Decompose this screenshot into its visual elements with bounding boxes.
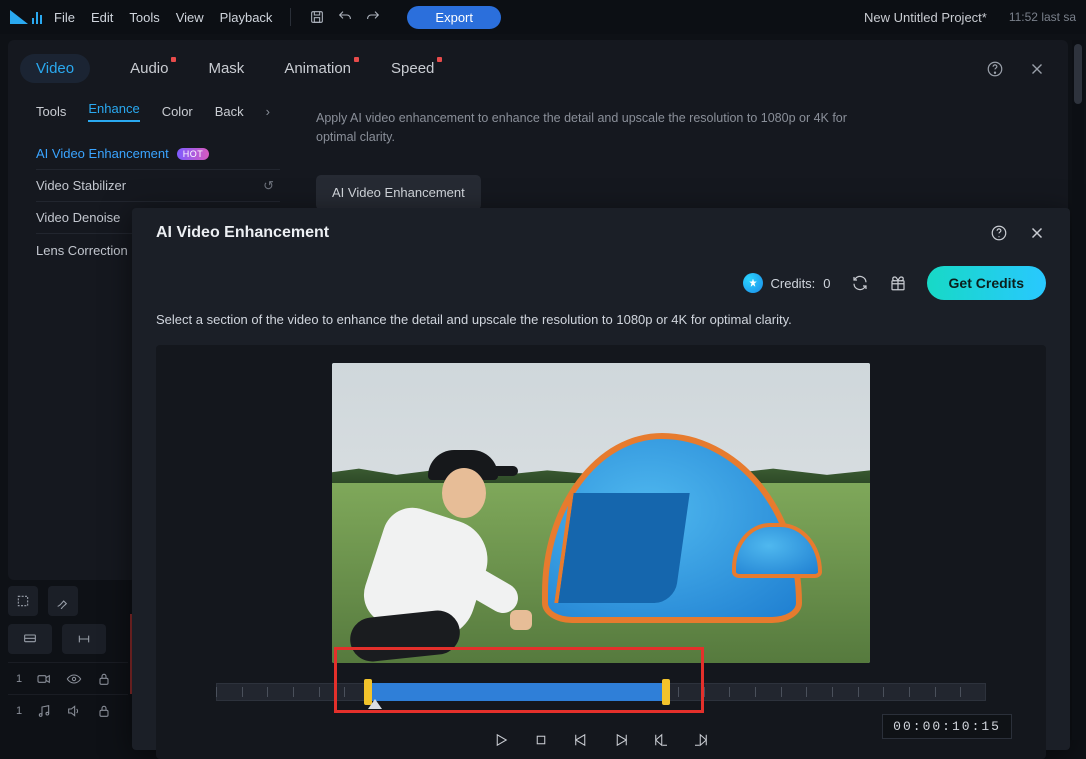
dialog-help-icon[interactable] xyxy=(990,224,1008,242)
track-video[interactable]: 1 xyxy=(8,662,128,694)
play-icon[interactable] xyxy=(492,731,510,749)
save-icon[interactable] xyxy=(309,9,325,25)
label: Lens Correction xyxy=(36,243,128,258)
ai-enhancement-button[interactable]: AI Video Enhancement xyxy=(316,175,481,211)
close-panel-icon[interactable] xyxy=(1028,60,1046,78)
redo-icon[interactable] xyxy=(365,9,381,25)
hot-badge: HOT xyxy=(177,148,210,160)
menu-playback[interactable]: Playback xyxy=(220,10,273,25)
tool-crop[interactable] xyxy=(8,624,52,654)
highlight-annotation xyxy=(334,647,704,713)
menu-tools[interactable]: Tools xyxy=(129,10,159,25)
track-audio[interactable]: 1 xyxy=(8,694,128,726)
reset-icon[interactable]: ↺ xyxy=(263,178,274,194)
tab-mask[interactable]: Mask xyxy=(208,60,244,77)
stop-icon[interactable] xyxy=(532,731,550,749)
help-icon[interactable] xyxy=(986,60,1004,78)
refresh-icon[interactable] xyxy=(851,274,869,292)
next-frame-icon[interactable] xyxy=(612,731,630,749)
timeline-tools: 1 1 xyxy=(8,586,128,726)
project-saved-time: 11:52 last sa xyxy=(1009,10,1076,24)
speed-new-dot xyxy=(437,57,442,62)
label: Video Stabilizer xyxy=(36,178,126,193)
sidebar-item-ai-enhance[interactable]: AI Video Enhancement HOT xyxy=(36,138,280,170)
preview-area: 00:00:10:15 xyxy=(156,345,1046,759)
menu-edit[interactable]: Edit xyxy=(91,10,113,25)
feature-description: Apply AI video enhancement to enhance th… xyxy=(316,109,852,147)
selection-ruler[interactable] xyxy=(216,677,986,723)
tab-video[interactable]: Video xyxy=(20,54,90,83)
timecode-display: 00:00:10:15 xyxy=(882,714,1012,739)
menu-file[interactable]: File xyxy=(54,10,75,25)
get-credits-button[interactable]: Get Credits xyxy=(927,266,1046,300)
credits-display: Credits: 0 xyxy=(743,273,831,293)
video-track-icon xyxy=(36,671,52,687)
lock-icon[interactable] xyxy=(96,703,112,719)
eye-icon[interactable] xyxy=(66,671,82,687)
subtab-background[interactable]: Back xyxy=(215,104,244,119)
audio-new-dot xyxy=(171,57,176,62)
right-scrollbar[interactable] xyxy=(1072,40,1084,740)
credits-coin-icon xyxy=(743,273,763,293)
subtab-color[interactable]: Color xyxy=(162,104,193,119)
dialog-instruction: Select a section of the video to enhance… xyxy=(132,300,1070,327)
menubar: File Edit Tools View Playback Export New… xyxy=(0,0,1086,34)
credits-label: Credits: xyxy=(771,276,816,291)
dialog-title: AI Video Enhancement xyxy=(156,224,329,242)
track-index: 1 xyxy=(16,705,22,717)
tab-speed[interactable]: Speed xyxy=(391,60,434,77)
music-track-icon xyxy=(36,703,52,719)
tool-brush[interactable] xyxy=(48,586,78,616)
label: AI Video Enhancement xyxy=(36,146,169,161)
ai-enhancement-dialog: AI Video Enhancement Credits: 0 Get Cred… xyxy=(132,208,1070,750)
tool-marquee[interactable] xyxy=(8,586,38,616)
undo-icon[interactable] xyxy=(337,9,353,25)
tool-trim[interactable] xyxy=(62,624,106,654)
subtab-enhance[interactable]: Enhance xyxy=(88,101,139,122)
sidebar-item-stabilizer[interactable]: Video Stabilizer ↺ xyxy=(36,170,280,202)
tab-animation[interactable]: Animation xyxy=(284,60,351,77)
transport-controls xyxy=(492,731,710,749)
tab-audio[interactable]: Audio xyxy=(130,60,168,77)
lock-icon[interactable] xyxy=(96,671,112,687)
track-index: 1 xyxy=(16,673,22,685)
subtab-tools[interactable]: Tools xyxy=(36,104,66,119)
dialog-close-icon[interactable] xyxy=(1028,224,1046,242)
prev-frame-icon[interactable] xyxy=(572,731,590,749)
animation-new-dot xyxy=(354,57,359,62)
chevron-right-icon[interactable]: › xyxy=(266,104,270,119)
label: Video Denoise xyxy=(36,210,120,225)
menu-view[interactable]: View xyxy=(176,10,204,25)
mark-out-icon[interactable] xyxy=(692,731,710,749)
speaker-icon[interactable] xyxy=(66,703,82,719)
app-logo xyxy=(10,8,34,26)
mark-in-icon[interactable] xyxy=(652,731,670,749)
credits-value: 0 xyxy=(823,276,830,291)
export-button[interactable]: Export xyxy=(407,6,501,29)
video-preview xyxy=(332,363,870,663)
project-title: New Untitled Project* xyxy=(864,10,987,25)
gift-icon[interactable] xyxy=(889,274,907,292)
